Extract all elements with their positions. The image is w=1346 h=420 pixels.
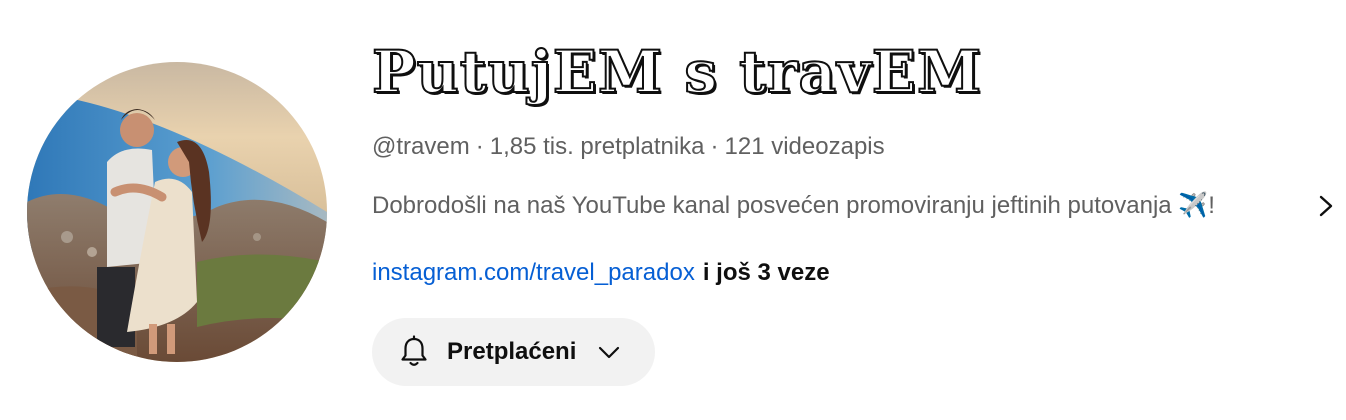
channel-description-text: Dobrodošli na naš YouTube kanal posvećen… — [372, 192, 1215, 219]
channel-description[interactable]: Dobrodošli na naš YouTube kanal posvećen… — [372, 191, 1342, 221]
chevron-right-icon[interactable] — [1312, 191, 1340, 221]
more-links-button[interactable]: i još 3 veze — [703, 259, 830, 286]
chevron-down-icon — [599, 346, 620, 359]
avatar-photo — [27, 62, 327, 362]
meta-separator: · — [475, 133, 484, 160]
meta-separator: · — [710, 133, 719, 160]
channel-meta: @travem · 1,85 tis. pretplatnika · 121 video… — [372, 132, 885, 162]
channel-handle: @travem — [372, 133, 470, 160]
subscribed-label: Pretplaćeni — [447, 338, 577, 365]
instagram-link[interactable]: instagram.com/travel_paradox — [372, 259, 695, 286]
channel-name: PutujEM s travEM — [371, 37, 983, 107]
channel-avatar[interactable] — [27, 62, 327, 362]
subscribed-button[interactable]: Pretplaćeni — [372, 318, 655, 386]
subscriber-count: 1,85 tis. pretplatnika — [489, 133, 705, 160]
bell-icon — [401, 335, 427, 366]
channel-links: instagram.com/travel_paradox i još 3 veze — [372, 258, 830, 288]
video-count: 121 videozapis — [724, 133, 885, 160]
